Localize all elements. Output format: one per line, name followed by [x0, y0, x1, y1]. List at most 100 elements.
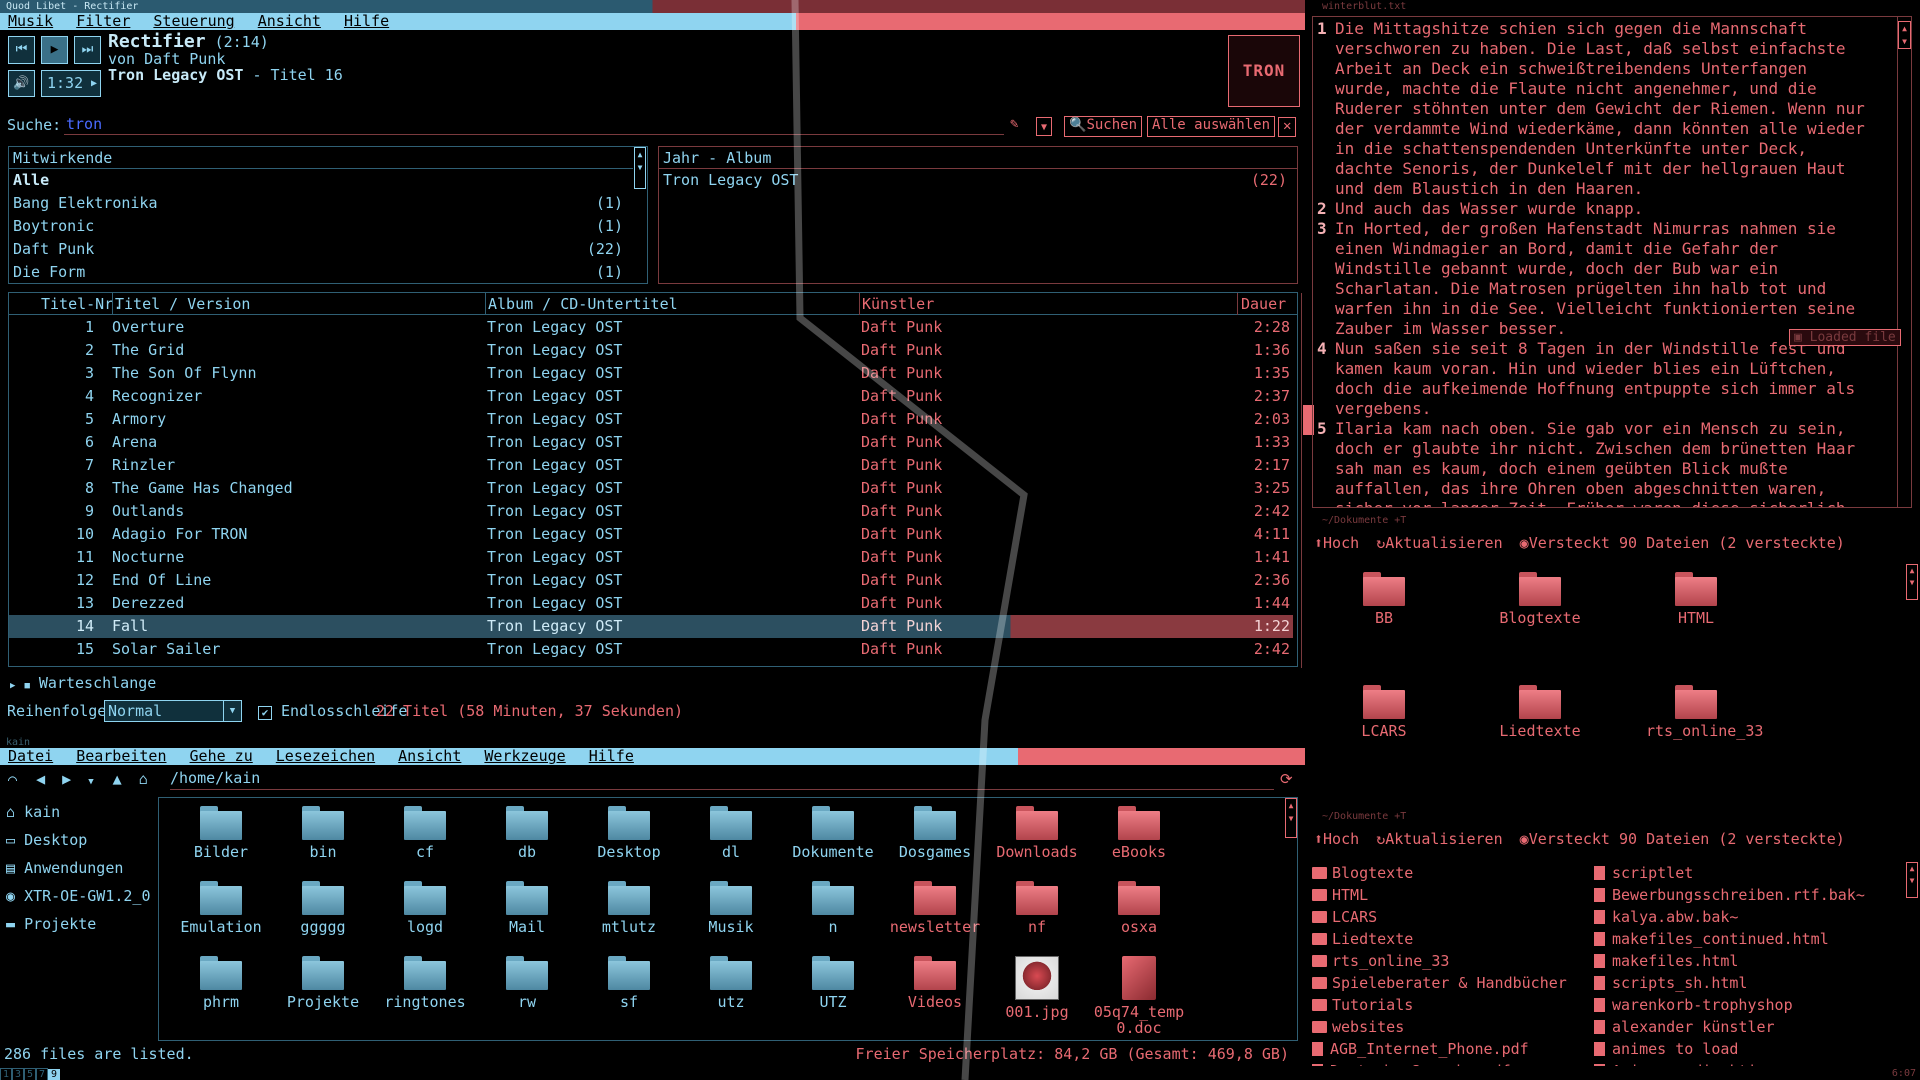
docs-up-button[interactable]: ⬆Hoch: [1314, 534, 1359, 552]
fm-item[interactable]: Desktop: [579, 806, 679, 860]
next-button[interactable]: ⏭: [74, 36, 101, 64]
docs-list-entry[interactable]: makefiles_continued.html: [1594, 928, 1829, 950]
docs-folder-item[interactable]: Liedtexte: [1490, 685, 1590, 739]
fm-item[interactable]: Downloads: [987, 806, 1087, 860]
fm-menu-bearbeiten[interactable]: Bearbeiten: [76, 747, 166, 765]
fm-item[interactable]: Emulation: [171, 881, 271, 935]
artist-row[interactable]: Boytronic (1): [9, 215, 633, 238]
search-button[interactable]: 🔍Suchen: [1064, 116, 1143, 137]
track-row[interactable]: 11 Nocturne Tron Legacy OST Daft Punk 1:41: [9, 546, 1293, 569]
fm-item[interactable]: Bilder: [171, 806, 271, 860]
fm-menu-lesezeichen[interactable]: Lesezeichen: [276, 747, 375, 765]
player-menu-hilfe[interactable]: Hilfe: [344, 12, 389, 30]
docs-icon-scrollbar[interactable]: ▲ ▼: [1906, 564, 1918, 600]
column-nr[interactable]: Titel-Nr.: [41, 293, 122, 315]
fm-item[interactable]: Dokumente: [783, 806, 883, 860]
desktop-switch-7[interactable]: 7: [36, 1068, 48, 1080]
player-menu-steuerung[interactable]: Steuerung: [153, 12, 234, 30]
track-row[interactable]: 14 Fall Tron Legacy OST Daft Punk 1:22: [9, 615, 1293, 638]
previous-button[interactable]: ⏮: [8, 36, 35, 64]
docs-list-entry[interactable]: Deutsche_Sprache.pdf: [1312, 1060, 1511, 1066]
artists-scrollbar[interactable]: ▲ ▼: [634, 147, 646, 189]
docs-folder-item[interactable]: HTML: [1646, 572, 1746, 626]
docs-folder-item[interactable]: rts_online_33: [1646, 685, 1763, 739]
place-home[interactable]: ⌂ kain: [6, 798, 156, 826]
fm-item[interactable]: UTZ: [783, 956, 883, 1010]
home-icon[interactable]: ⌂: [139, 770, 148, 788]
play-button[interactable]: ▶: [41, 36, 68, 64]
docs-list-entry[interactable]: HTML: [1312, 884, 1368, 906]
fm-item[interactable]: utz: [681, 956, 781, 1010]
fm-item[interactable]: Musik: [681, 881, 781, 935]
location-input[interactable]: /home/kain: [170, 768, 1274, 790]
fm-item[interactable]: nf: [987, 881, 1087, 935]
docs-hidden-toggle[interactable]: ◉Versteckt 90 Dateien (2 versteckte): [1520, 534, 1845, 552]
path-bar-toggle-icon[interactable]: ⌒: [8, 770, 17, 788]
fm-item[interactable]: bin: [273, 806, 373, 860]
fm-item[interactable]: 001.jpg: [987, 956, 1087, 1020]
player-menu-ansicht[interactable]: Ansicht: [258, 12, 321, 30]
history-chevron-icon[interactable]: ▼: [88, 777, 93, 787]
fm-item[interactable]: osxa: [1089, 881, 1189, 935]
up-icon[interactable]: ▲: [113, 770, 122, 788]
fm-item[interactable]: Mail: [477, 881, 577, 935]
desktop-switch-1[interactable]: 1: [0, 1068, 12, 1080]
albums-header[interactable]: Jahr - Album: [659, 147, 1297, 169]
fm-item[interactable]: logd: [375, 881, 475, 935]
editor-text-area[interactable]: 1 Die Mittagshitze schien sich gegen die …: [1312, 16, 1912, 508]
track-row[interactable]: 13 Derezzed Tron Legacy OST Daft Punk 1:44: [9, 592, 1293, 615]
track-row[interactable]: 10 Adagio For TRON Tron Legacy OST Daft Pun…: [9, 523, 1293, 546]
docs-list-entry[interactable]: Bewerbungsschreiben.rtf.bak~: [1594, 884, 1865, 906]
fm-item[interactable]: Dosgames: [885, 806, 985, 860]
fm-item[interactable]: dl: [681, 806, 781, 860]
column-artist[interactable]: Künstler: [859, 293, 934, 315]
player-menu-filter[interactable]: Filter: [76, 12, 130, 30]
docs-folder-item[interactable]: LCARS: [1334, 685, 1434, 739]
fm-item[interactable]: n: [783, 881, 883, 935]
docs-list-scrollbar[interactable]: ▲ ▼: [1906, 862, 1918, 898]
docs-list-entry[interactable]: warenkorb-trophyshop: [1594, 994, 1793, 1016]
track-row[interactable]: 9 Outlands Tron Legacy OST Daft Punk 2:42: [9, 500, 1293, 523]
docs-list-entry[interactable]: alexander künstler: [1594, 1016, 1775, 1038]
docs-list-entry[interactable]: rts_online_33: [1312, 950, 1449, 972]
editor-scrollbar[interactable]: ▲ ▼: [1897, 17, 1911, 507]
fm-item[interactable]: mtlutz: [579, 881, 679, 935]
fm-item[interactable]: sf: [579, 956, 679, 1010]
desktop-switch-3[interactable]: 3: [12, 1068, 24, 1080]
search-input[interactable]: tron: [64, 113, 1004, 135]
track-row[interactable]: 8 The Game Has Changed Tron Legacy OST Daft…: [9, 477, 1293, 500]
docs-folder-item[interactable]: BB: [1334, 572, 1434, 626]
fm-menu-ansicht[interactable]: Ansicht: [398, 747, 461, 765]
fm-item[interactable]: eBooks: [1089, 806, 1189, 860]
fm-item[interactable]: 05q74_temp0.doc: [1089, 956, 1189, 1036]
track-row[interactable]: 3 The Son Of Flynn Tron Legacy OST Daft Pun…: [9, 362, 1293, 385]
place-disc[interactable]: ◉ XTR-OE-GW1.2_0: [6, 882, 156, 910]
artists-header[interactable]: Mitwirkende: [9, 147, 633, 169]
fm-item[interactable]: cf: [375, 806, 475, 860]
order-select[interactable]: Normal ▼: [104, 700, 242, 722]
docs-list-entry[interactable]: Blogtexte: [1312, 862, 1413, 884]
place-applications[interactable]: ▤ Anwendungen: [6, 854, 156, 882]
close-search-button[interactable]: ✕: [1278, 117, 1297, 137]
fm-item[interactable]: Projekte: [273, 956, 373, 1010]
fm-menu-werkzeuge[interactable]: Werkzeuge: [484, 747, 565, 765]
fm-item[interactable]: ringtones: [375, 956, 475, 1010]
fm-item[interactable]: newsletter: [885, 881, 985, 935]
docs-list-entry[interactable]: Animes radioaktiv: [1594, 1060, 1766, 1066]
player-menu-musik[interactable]: Musik: [8, 12, 53, 30]
docs-list-entry[interactable]: scriptlet: [1594, 862, 1693, 884]
album-row[interactable]: Tron Legacy OST (22): [659, 169, 1297, 192]
fm-scrollbar[interactable]: ▲ ▼: [1285, 798, 1297, 838]
fm-item[interactable]: rw: [477, 956, 577, 1010]
track-row[interactable]: 1 Overture Tron Legacy OST Daft Punk 2:28: [9, 316, 1293, 339]
docs-list-entry[interactable]: Spieleberater & Handbücher: [1312, 972, 1567, 994]
forward-icon[interactable]: ▶: [62, 770, 71, 788]
back-icon[interactable]: ◀: [36, 770, 45, 788]
fm-item[interactable]: db: [477, 806, 577, 860]
reload-icon[interactable]: ⟳: [1280, 770, 1293, 788]
artist-row[interactable]: Alle: [9, 169, 633, 192]
track-row[interactable]: 12 End Of Line Tron Legacy OST Daft Punk 2:3…: [9, 569, 1293, 592]
select-all-button[interactable]: Alle auswählen: [1147, 116, 1276, 137]
docs-list-entry[interactable]: animes to load: [1594, 1038, 1738, 1060]
docs-list-entry[interactable]: kalya.abw.bak~: [1594, 906, 1738, 928]
